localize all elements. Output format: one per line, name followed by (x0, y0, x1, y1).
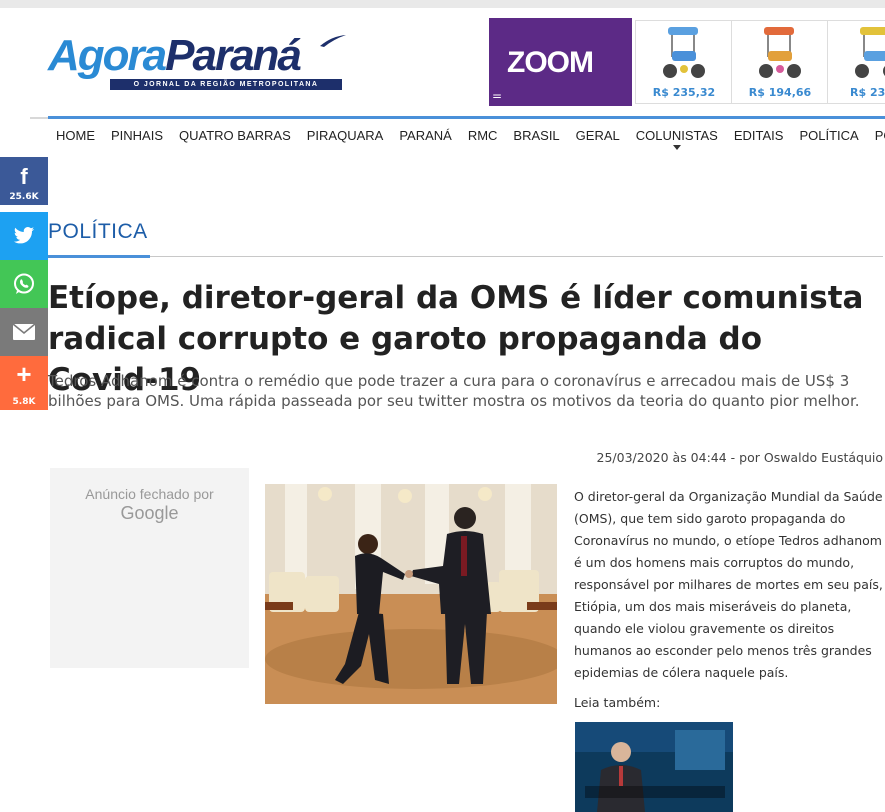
article-category[interactable]: POLÍTICA (48, 220, 148, 244)
ad-product-price: R$ 194,66 (748, 86, 812, 99)
nav-item-editais[interactable]: EDITAIS (726, 127, 792, 147)
share-facebook-button[interactable]: f 25.6K (0, 157, 48, 205)
read-also-label: Leia também: (574, 695, 661, 710)
nav-item-geral[interactable]: GERAL (568, 127, 628, 147)
nav-item-piraquara[interactable]: PIRAQUARA (299, 127, 392, 147)
nav-item-brasil[interactable]: BRASIL (505, 127, 567, 147)
ad-product-2[interactable]: R$ 194,66 (731, 20, 829, 104)
nav-item-parana[interactable]: PARANÁ (391, 127, 460, 147)
tricycle-icon (855, 27, 885, 78)
video-thumbnail-image (575, 722, 733, 812)
category-divider (48, 256, 883, 257)
logo-wordmark: AgoraParaná (48, 30, 302, 82)
chevron-down-icon (672, 145, 681, 150)
logo-swoosh-icon (320, 35, 346, 47)
category-underline (48, 255, 150, 258)
nav-item-poesia[interactable]: POESIA (867, 127, 885, 147)
share-twitter-button[interactable] (0, 212, 48, 260)
facebook-icon: f (20, 164, 28, 189)
ad-product-1[interactable]: R$ 235,32 (635, 20, 733, 104)
nav-item-quatro-barras[interactable]: QUATRO BARRAS (171, 127, 299, 147)
zoom-brand: ZOOM (507, 46, 594, 79)
browser-top-strip (0, 0, 885, 8)
related-article-thumbnail[interactable] (575, 722, 733, 812)
share-count: 25.6K (9, 192, 39, 202)
logo-tagline: O JORNAL DA REGIÃO METROPOLITANA (110, 79, 342, 90)
email-icon (12, 323, 36, 340)
share-email-button[interactable] (0, 308, 48, 356)
share-count: 5.8K (12, 397, 36, 407)
nav-item-label: COLUNISTAS (635, 128, 718, 143)
tricycle-icon (663, 27, 705, 78)
article-body: O diretor-geral da Organização Mundial d… (574, 489, 883, 680)
closed-ad-text: Anúncio fechado por (85, 486, 214, 502)
ad-product-3[interactable]: R$ 239 (827, 20, 885, 104)
article-byline: 25/03/2020 às 04:44 - por Oswaldo Eustáq… (596, 450, 883, 465)
logo-part-agora: Agora (48, 31, 167, 80)
tricycle-icon (759, 27, 801, 78)
site-logo[interactable]: AgoraParaná O JORNAL DA REGIÃO METROPOLI… (48, 30, 348, 92)
handshake-photo (265, 484, 557, 704)
article-subtitle: Tedros Adhanom é contra o remédio que po… (48, 372, 860, 410)
share-more-button[interactable]: + 5.8K (0, 356, 48, 410)
closed-ad-google: Google (120, 503, 179, 523)
twitter-icon (13, 227, 35, 244)
nav-accent-bar (48, 116, 885, 119)
article-photo[interactable] (265, 484, 557, 704)
ad-corner-symbol: = (492, 89, 503, 103)
whatsapp-icon (14, 273, 34, 294)
ad-product-price: R$ 235,32 (652, 86, 716, 99)
nav-item-rmc[interactable]: RMC (460, 127, 506, 147)
nav-item-home[interactable]: HOME (48, 127, 103, 147)
closed-ad-slot: Anúncio fechado por Google (50, 468, 249, 668)
nav-item-politica[interactable]: POLÍTICA (791, 127, 866, 147)
nav-item-pinhais[interactable]: PINHAIS (103, 127, 171, 147)
plus-icon: + (16, 359, 32, 389)
zoom-ad[interactable]: ZOOM = (489, 18, 632, 106)
share-whatsapp-button[interactable] (0, 260, 48, 308)
ad-product-price: R$ 239 (850, 86, 885, 99)
logo-part-parana: Paraná (165, 31, 302, 80)
main-nav: HOME PINHAIS QUATRO BARRAS PIRAQUARA PAR… (48, 127, 885, 150)
nav-item-colunistas[interactable]: COLUNISTAS (628, 127, 726, 150)
